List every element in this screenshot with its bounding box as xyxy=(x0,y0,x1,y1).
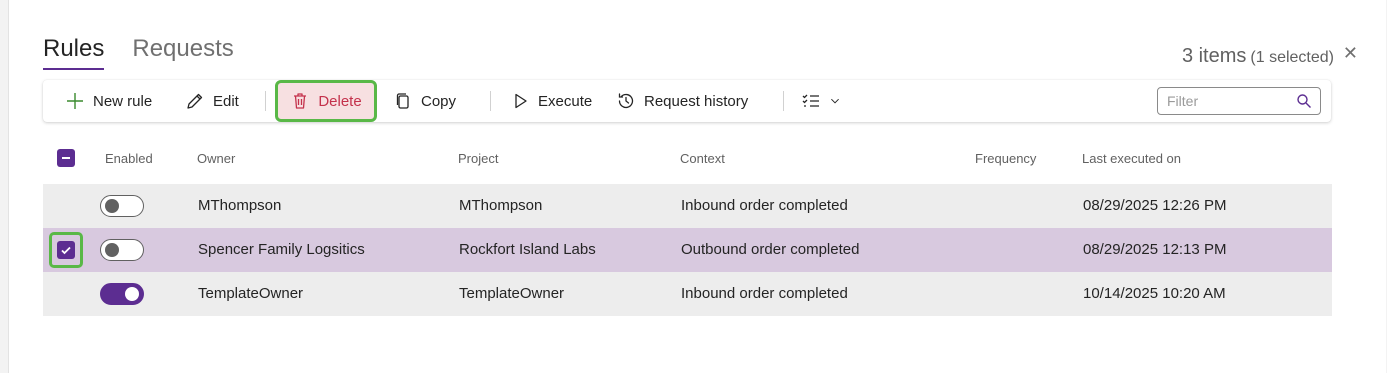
close-icon[interactable]: ✕ xyxy=(1343,43,1358,64)
last-executed-cell: 08/29/2025 12:13 PM xyxy=(1083,241,1227,258)
selected-count-text: (1 selected) xyxy=(1250,49,1334,66)
delete-button[interactable]: Delete xyxy=(275,80,377,122)
enabled-toggle[interactable] xyxy=(100,239,144,261)
edit-button[interactable]: Edit xyxy=(185,85,239,117)
copy-icon xyxy=(396,93,409,109)
row-checkbox[interactable] xyxy=(57,241,75,259)
execute-button[interactable]: Execute xyxy=(510,85,592,117)
play-icon xyxy=(515,93,527,109)
owner-cell: TemplateOwner xyxy=(198,285,304,302)
view-options-button[interactable] xyxy=(801,85,841,117)
table-row[interactable]: MThompson MThompson Inbound order comple… xyxy=(43,184,1332,228)
command-bar: New rule Edit Delete Copy Execute Reques… xyxy=(43,80,1331,122)
context-cell: Outbound order completed xyxy=(681,241,860,258)
filter-field[interactable] xyxy=(1157,87,1321,115)
checkmark-icon xyxy=(61,246,71,255)
column-owner[interactable]: Owner xyxy=(197,151,235,166)
rules-panel: Rules Requests 3 items (1 selected) ✕ Ne… xyxy=(8,0,1386,373)
new-rule-button[interactable]: New rule xyxy=(65,85,152,117)
checklist-icon xyxy=(802,94,819,107)
context-cell: Inbound order completed xyxy=(681,197,848,214)
row-checkbox-highlight xyxy=(49,232,83,268)
owner-cell: Spencer Family Logsitics xyxy=(198,241,365,258)
column-project[interactable]: Project xyxy=(458,151,498,166)
toggle-knob xyxy=(105,199,119,213)
table-row[interactable]: Spencer Family Logsitics Rockfort Island… xyxy=(43,228,1332,272)
chevron-down-icon xyxy=(831,98,839,104)
toolbar-divider xyxy=(265,91,266,111)
item-count: 3 items (1 selected) ✕ xyxy=(1181,43,1358,68)
request-history-label: Request history xyxy=(644,92,749,110)
owner-cell: MThompson xyxy=(198,197,282,214)
last-executed-cell: 08/29/2025 12:26 PM xyxy=(1083,197,1227,214)
toolbar-divider xyxy=(490,91,491,111)
context-cell: Inbound order completed xyxy=(681,285,848,302)
last-executed-cell: 10/14/2025 10:20 AM xyxy=(1083,285,1226,302)
search-icon[interactable] xyxy=(1296,93,1312,109)
project-cell: MThompson xyxy=(459,197,543,214)
item-count-text: 3 items xyxy=(1181,45,1247,67)
execute-label: Execute xyxy=(538,92,593,110)
toolbar-divider xyxy=(783,91,784,111)
request-history-button[interactable]: Request history xyxy=(616,85,748,117)
enabled-toggle[interactable] xyxy=(100,283,144,305)
select-all-checkbox[interactable] xyxy=(57,149,75,167)
filter-input[interactable] xyxy=(1165,92,1299,110)
toggle-knob xyxy=(105,243,119,257)
column-frequency[interactable]: Frequency xyxy=(975,151,1036,166)
tab-rules[interactable]: Rules xyxy=(43,34,105,70)
toggle-knob xyxy=(125,287,139,301)
column-context[interactable]: Context xyxy=(680,151,725,166)
column-last-executed[interactable]: Last executed on xyxy=(1082,151,1181,166)
project-cell: Rockfort Island Labs xyxy=(459,241,596,258)
trash-icon xyxy=(294,93,307,109)
copy-label: Copy xyxy=(421,92,457,110)
column-enabled[interactable]: Enabled xyxy=(105,151,153,166)
pencil-icon xyxy=(187,93,203,109)
tab-bar: Rules Requests xyxy=(43,34,234,70)
project-cell: TemplateOwner xyxy=(459,285,565,302)
history-icon xyxy=(618,93,634,109)
plus-icon xyxy=(67,93,83,109)
indeterminate-icon xyxy=(62,157,70,159)
edit-label: Edit xyxy=(213,92,239,110)
tab-requests[interactable]: Requests xyxy=(132,34,233,70)
table-header: Enabled Owner Project Context Frequency … xyxy=(43,145,1332,173)
new-rule-label: New rule xyxy=(93,92,153,110)
enabled-toggle[interactable] xyxy=(100,195,144,217)
copy-button[interactable]: Copy xyxy=(393,85,456,117)
table-row[interactable]: TemplateOwner TemplateOwner Inbound orde… xyxy=(43,272,1332,316)
delete-label: Delete xyxy=(318,92,362,110)
